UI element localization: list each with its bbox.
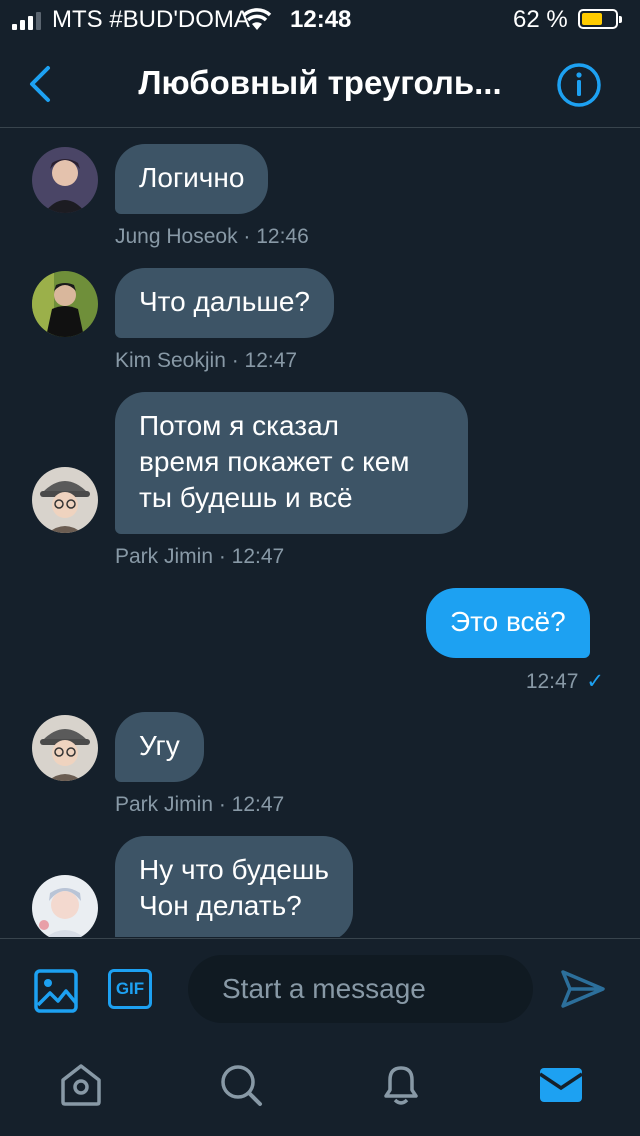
avatar[interactable]: [32, 875, 98, 937]
status-bar: MTS #BUD'DOMA 12:48 62 %: [0, 0, 640, 40]
chevron-left-icon[interactable]: [24, 64, 60, 104]
message-bubble[interactable]: Ну что будешь Чон делать?: [115, 836, 353, 937]
search-icon[interactable]: [218, 1062, 264, 1113]
message-bubble[interactable]: Что дальше?: [115, 268, 334, 338]
message-input[interactable]: Start a message: [188, 955, 533, 1023]
send-icon[interactable]: [560, 969, 606, 1014]
status-time: 12:48: [290, 6, 352, 33]
message-list[interactable]: Логично Jung Hoseok · 12:46 Что дальше? …: [0, 129, 640, 937]
avatar[interactable]: [32, 147, 98, 213]
message-meta: Park Jimin · 12:47: [115, 545, 285, 568]
battery-percent: 62 %: [513, 6, 568, 33]
message-meta: Park Jimin · 12:47: [115, 793, 285, 816]
info-icon[interactable]: [556, 62, 602, 113]
tab-bar: [0, 1042, 640, 1136]
image-icon[interactable]: [34, 969, 78, 1018]
conversation-title: Любовный треуголь...: [138, 64, 502, 101]
message-bubble[interactable]: Потом я сказал время покажет с кем ты бу…: [115, 392, 468, 534]
avatar[interactable]: [32, 467, 98, 533]
gif-button[interactable]: GIF: [108, 969, 152, 1009]
mail-icon[interactable]: [538, 1062, 584, 1113]
checkmark-icon: ✓: [586, 670, 604, 693]
message-time: 12:47: [525, 670, 579, 693]
message-meta: Kim Seokjin · 12:47: [115, 349, 298, 372]
wifi-icon: [242, 8, 272, 39]
bell-icon[interactable]: [378, 1062, 424, 1113]
message-bubble[interactable]: Логично: [115, 144, 269, 214]
conversation-header: Любовный треуголь...: [0, 40, 640, 128]
signal-strength-icon: [12, 10, 41, 30]
message-bubble[interactable]: Угу: [115, 712, 204, 782]
message-bubble-outgoing[interactable]: Это всё?: [426, 588, 590, 658]
battery-fill: [582, 13, 602, 25]
message-composer: GIF Start a message: [0, 938, 640, 1042]
message-meta: Jung Hoseok · 12:46: [115, 225, 309, 248]
message-meta: 12:47 ✓: [526, 669, 604, 694]
avatar[interactable]: [32, 271, 98, 337]
battery-icon: [578, 9, 622, 29]
avatar[interactable]: [32, 715, 98, 781]
home-icon[interactable]: [58, 1062, 104, 1113]
carrier-name: MTS #BUD'DOMA: [52, 6, 250, 33]
